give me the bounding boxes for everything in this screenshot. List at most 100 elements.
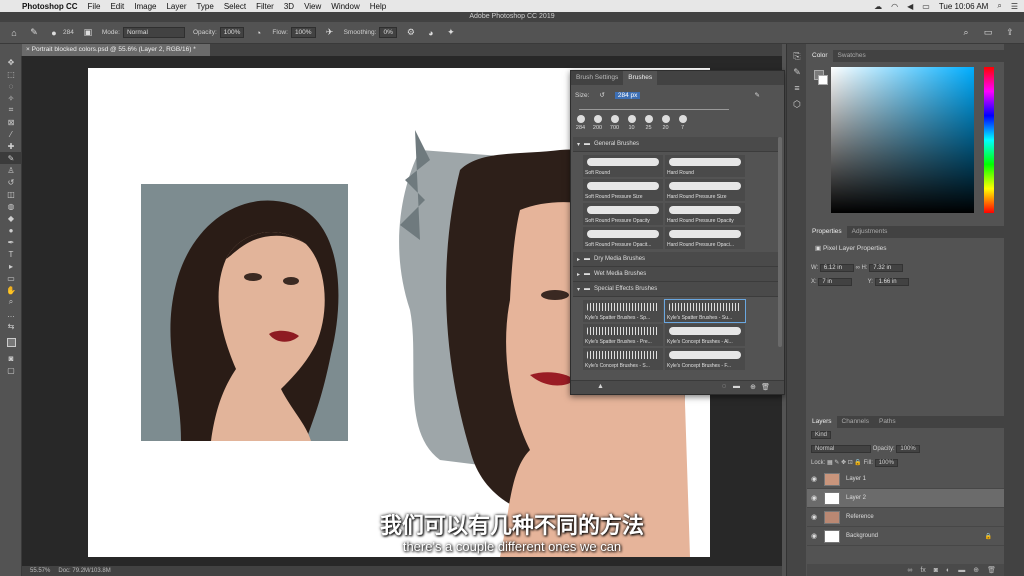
dodge-tool-icon[interactable]: ● [0,224,22,236]
move-tool-icon[interactable]: ✥ [0,56,22,68]
preset-brush[interactable]: 25 [641,115,656,135]
menu-edit[interactable]: Edit [110,2,124,11]
brush-item[interactable]: Soft Round [583,155,663,177]
width-field[interactable]: 6.12 in [819,264,854,272]
visibility-eye-icon[interactable]: ◉ [807,494,821,502]
eyedropper-tool-icon[interactable]: ⁄ [0,128,22,140]
background-color-swatch[interactable] [818,75,828,85]
zoom-tool-icon[interactable]: ⌕ [0,296,22,308]
brush-group-general[interactable]: ▾ ▬ General Brushes [573,137,778,152]
new-group-icon[interactable]: ▬ [958,567,965,574]
brush-item[interactable]: Soft Round Pressure Opacit... [583,227,663,249]
pen-tool-icon[interactable]: ✒ [0,236,22,248]
new-group-icon[interactable]: ▬ [733,383,740,390]
preset-brush[interactable]: 284 [573,115,588,135]
layer-name[interactable]: Layer 2 [846,495,866,501]
blend-mode-dropdown[interactable]: Normal [811,445,871,453]
screen-mode-icon[interactable]: ▢ [0,364,22,376]
notification-center-icon[interactable]: ☰ [1011,2,1018,11]
crop-tool-icon[interactable]: ⌗ [0,104,22,116]
preset-brush[interactable]: 700 [607,115,622,135]
brush-item[interactable]: Kyle's Spatter Brushes - Pre... [583,324,663,346]
app-menu[interactable]: Photoshop CC [22,2,78,11]
quick-select-tool-icon[interactable]: ✧ [0,92,22,104]
brush-group-wet-media[interactable]: ▸ ▬ Wet Media Brushes [573,267,778,282]
tab-layers[interactable]: Layers [807,416,837,428]
brush-settings-icon[interactable]: ✎ [787,64,807,80]
add-mask-icon[interactable]: ◙ [934,567,938,574]
wifi-icon[interactable]: ◠ [891,2,898,11]
brush-item[interactable]: Hard Round Pressure Opacity [665,203,745,225]
adjustment-layer-icon[interactable]: ◐ [946,567,950,574]
lock-icon[interactable]: ▦ ✎ ✥ ⊡ 🔒 [827,460,862,466]
layer-opacity-field[interactable]: 100% [896,445,920,453]
menu-view[interactable]: View [304,2,321,11]
layer-row-selected[interactable]: ◉ Layer 2 [807,489,1004,508]
brush-settings-toggle-icon[interactable]: ▣ [82,27,94,39]
spotlight-search-icon[interactable]: ⌕ [997,1,1001,11]
new-layer-icon[interactable]: ⊕ [973,566,979,574]
brush-tool-icon[interactable]: ✎ [0,152,22,164]
delete-icon[interactable]: 🗑 [761,383,770,391]
size-slider[interactable] [579,109,729,110]
frame-tool-icon[interactable]: ⊠ [0,116,22,128]
preset-brush[interactable]: 7 [675,115,690,135]
zoom-level[interactable]: 55.57% [30,568,50,574]
brush-item[interactable]: Hard Round Pressure Opaci... [665,227,745,249]
tab-swatches[interactable]: Swatches [833,50,871,62]
brush-group-dry-media[interactable]: ▸ ▬ Dry Media Brushes [573,252,778,267]
share-icon[interactable]: ⇪ [1004,26,1016,38]
link-layers-icon[interactable]: ∞ [907,567,912,574]
document-tab[interactable]: × Portrait blocked colors.psd @ 55.6% (L… [22,44,210,56]
swap-colors-icon[interactable]: ⇆ [0,320,22,332]
smoothing-field[interactable]: 0% [379,27,397,38]
mode-dropdown[interactable]: Normal [122,27,185,38]
adjust-icon[interactable]: ≡ [787,80,807,96]
marquee-tool-icon[interactable]: ⬚ [0,68,22,80]
workspace-icon[interactable]: ▭ [982,26,994,38]
y-field[interactable]: 1.66 in [874,278,909,286]
menu-type[interactable]: Type [196,2,213,11]
more-tools-icon[interactable]: … [0,308,22,320]
link-icon[interactable]: ∞ [856,265,860,271]
preset-brush[interactable]: 20 [658,115,673,135]
brush-group-special-effects[interactable]: ▾ ▬ Special Effects Brushes [573,282,778,297]
healing-brush-tool-icon[interactable]: ✚ [0,140,22,152]
visibility-eye-icon[interactable]: ◉ [807,475,821,483]
menu-file[interactable]: File [88,2,101,11]
tab-properties[interactable]: Properties [807,226,847,238]
new-brush-icon[interactable]: ✎ [755,91,760,99]
tab-brushes[interactable]: Brushes [623,71,658,85]
menu-layer[interactable]: Layer [166,2,186,11]
paint-bucket-tool-icon[interactable]: ◍ [0,200,22,212]
thumbnail-size-slider-icon[interactable]: ▲ [597,383,604,390]
new-brush-icon[interactable]: ⊕ [750,383,756,391]
layer-kind-filter[interactable]: Kind [811,431,832,439]
eraser-tool-icon[interactable]: ◫ [0,188,22,200]
clone-stamp-tool-icon[interactable]: ♙ [0,164,22,176]
tab-brush-settings[interactable]: Brush Settings [571,71,623,85]
flow-field[interactable]: 100% [290,27,316,38]
brush-list-scrollbar[interactable] [778,137,782,347]
layer-name[interactable]: Layer 1 [846,476,866,482]
search-icon[interactable]: ⌕ [960,26,972,38]
tab-color[interactable]: Color [807,50,833,62]
tab-channels[interactable]: Channels [837,416,874,428]
shape-tool-icon[interactable]: ▭ [0,272,22,284]
opacity-field[interactable]: 100% [219,27,245,38]
menu-filter[interactable]: Filter [256,2,274,11]
hand-tool-icon[interactable]: ✋ [0,284,22,296]
brush-item[interactable]: Kyle's Spatter Brushes - Sp... [583,300,663,322]
menu-select[interactable]: Select [224,2,246,11]
height-field[interactable]: 7.32 in [869,264,904,272]
brush-item[interactable]: Kyle's Concept Brushes - S... [583,348,663,370]
x-field[interactable]: 7 in [818,278,853,286]
creative-cloud-icon[interactable]: ☁ [874,2,882,11]
quick-mask-icon[interactable]: ◙ [0,352,22,364]
preset-brush[interactable]: 10 [624,115,639,135]
brush-item[interactable]: Hard Round [665,155,745,177]
3d-icon[interactable]: ⬡ [787,96,807,112]
lasso-tool-icon[interactable]: ◌ [0,80,22,92]
delete-icon[interactable]: 🗑 [987,566,996,574]
reset-size-icon[interactable]: ↺ [599,91,604,99]
